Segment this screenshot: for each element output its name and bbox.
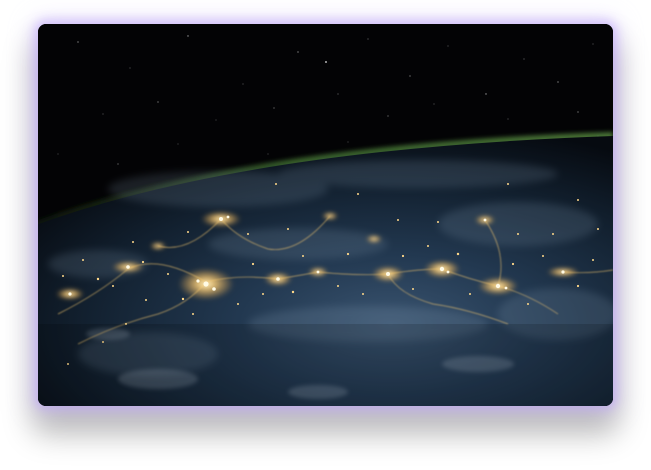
earth-night-photo[interactable] [38,24,613,406]
bottom-vignette [38,324,613,406]
earth-night-image [38,24,613,406]
stage [0,0,651,470]
